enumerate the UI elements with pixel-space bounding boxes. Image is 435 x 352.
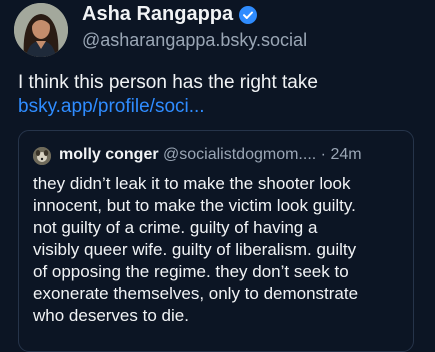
quoted-post-line: innocent, but to make the victim look gu… — [33, 196, 356, 215]
quoted-author-avatar[interactable] — [33, 147, 51, 165]
quoted-author-handle[interactable]: @socialistdogmom.... — [163, 146, 316, 163]
quoted-post-body: they didn’t leak it to make the shooter … — [33, 173, 408, 327]
quoted-author-name[interactable]: molly conger — [59, 146, 159, 163]
quoted-post-time: · 24m — [320, 146, 362, 163]
dog-avatar-icon — [33, 147, 51, 165]
quoted-post-line: who deserves to die. — [33, 306, 189, 325]
quoted-post-line: they didn’t leak it to make the shooter … — [33, 174, 351, 193]
quoted-post-line: of opposing the regime. they don’t seek … — [33, 262, 349, 281]
quoted-post-line: not guilty of a crime. guilty of having … — [33, 218, 318, 237]
quoted-post-line: exonerate themselves, only to demonstrat… — [33, 284, 359, 303]
quoted-post-card[interactable]: molly conger @socialistdogmom.... · 24m … — [18, 130, 414, 352]
verified-check-icon — [239, 5, 258, 24]
author-name-row[interactable]: Asha Rangappa — [82, 3, 258, 26]
author-avatar[interactable] — [14, 3, 68, 57]
author-display-name[interactable]: Asha Rangappa — [82, 3, 233, 26]
quoted-post-line: visibly queer wife. guilty of liberalism… — [33, 240, 357, 259]
quoted-post-header: molly conger @socialistdogmom.... · 24m — [59, 145, 362, 165]
person-avatar-icon — [14, 3, 68, 57]
author-handle[interactable]: @asharangappa.bsky.social — [82, 30, 307, 51]
post-link[interactable]: bsky.app/profile/soci... — [18, 95, 205, 119]
post-text: I think this person has the right take — [18, 72, 318, 93]
